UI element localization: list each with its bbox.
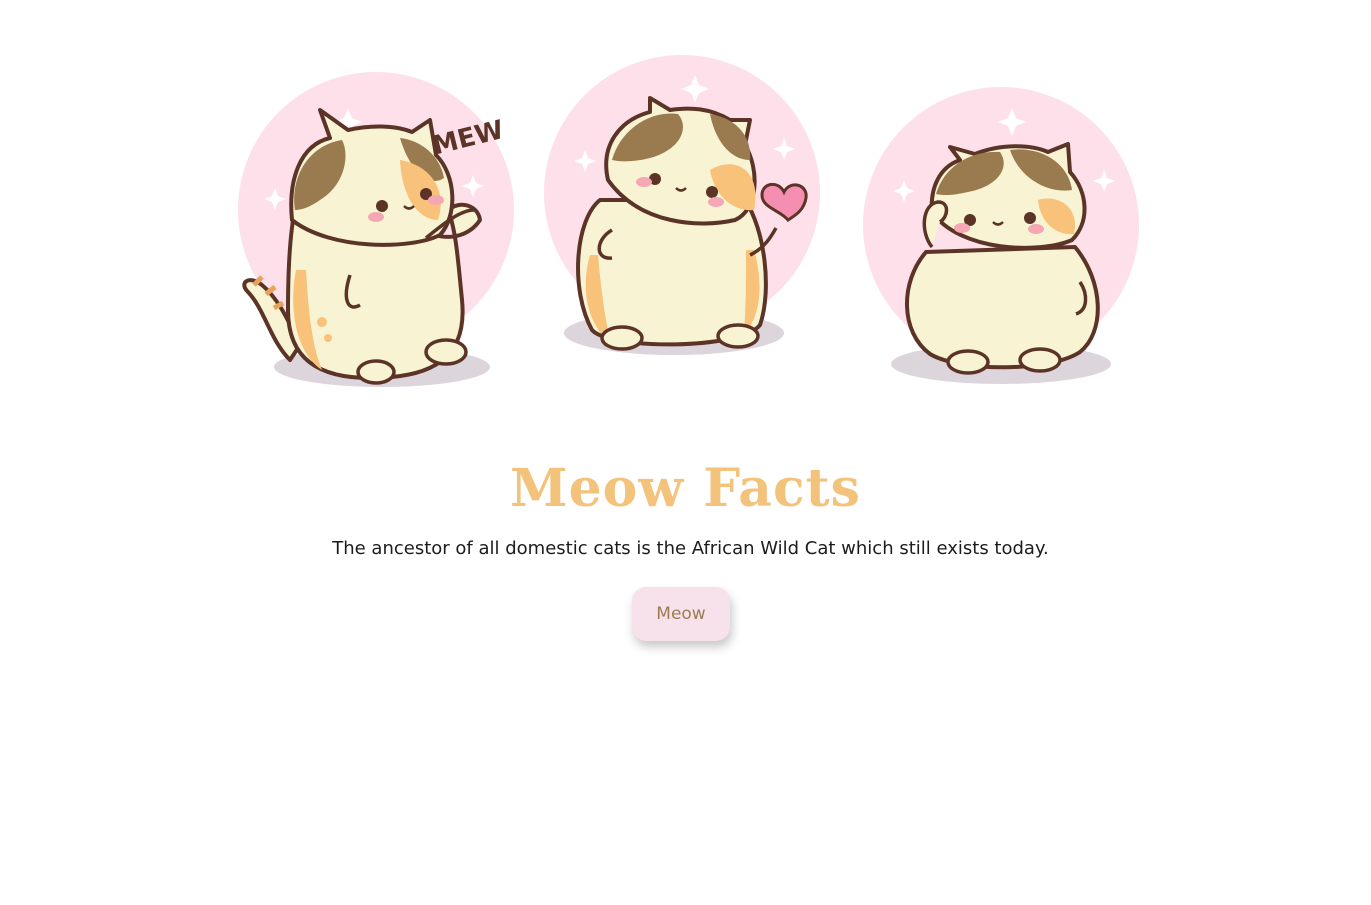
page-title: Meow Facts <box>510 458 861 519</box>
cat-illustrations: MEW <box>0 0 1371 420</box>
page: MEW Meow Facts The ancestor of all domes… <box>0 0 1371 905</box>
cat-mew-illustration: MEW <box>230 60 520 395</box>
cat-mew-icon: MEW <box>238 72 514 387</box>
cat-wave-icon <box>863 87 1139 384</box>
cat-wave-illustration <box>860 82 1145 392</box>
cat-fact-text: The ancestor of all domestic cats is the… <box>332 538 1049 559</box>
cat-heart-illustration <box>540 50 830 360</box>
meow-button[interactable]: Meow <box>632 587 730 641</box>
cat-heart-icon <box>544 55 820 355</box>
